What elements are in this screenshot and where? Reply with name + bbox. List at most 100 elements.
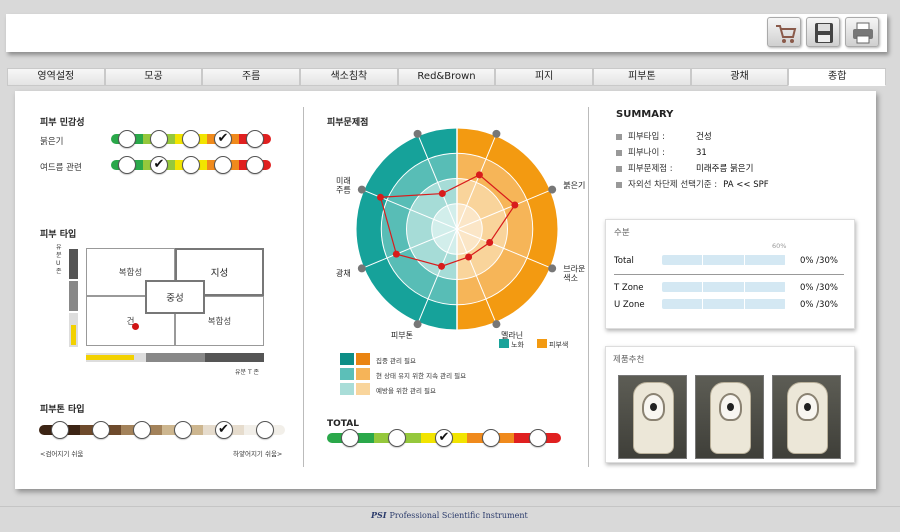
print-button[interactable]	[845, 17, 879, 47]
footer-logo: PSI	[371, 510, 387, 520]
product-image[interactable]	[618, 375, 687, 459]
tone-right-label: 하얗어지기 쉬움>	[233, 450, 283, 458]
tab-pores[interactable]: 모공	[104, 68, 203, 86]
scale-dot[interactable]	[132, 421, 151, 439]
scale-dot[interactable]	[118, 130, 136, 148]
radar-point	[392, 250, 400, 258]
moisture-total-bar	[662, 255, 786, 265]
moisture-total-label: Total	[614, 256, 634, 266]
radar-point	[511, 201, 519, 209]
summary-problems-label: 피부문제점 :	[628, 164, 673, 174]
u-scale-seg	[69, 281, 78, 311]
care-swatch-orange-3	[356, 383, 370, 395]
tab-bar: 영역설정 모공 주름 색소침착 Red&Brown 피지 피부톤 광채 종합	[7, 68, 887, 86]
scale-dot[interactable]	[118, 156, 136, 174]
scale-dot[interactable]	[173, 421, 192, 439]
radar-axis-label: 붉은기	[563, 180, 585, 190]
summary-problems: 피부문제점 : 미래주름 붉은기	[616, 162, 753, 174]
product-image[interactable]	[695, 375, 764, 459]
tab-summary[interactable]: 종합	[788, 68, 887, 86]
scale-dot[interactable]	[255, 421, 274, 439]
scale-dot[interactable]: ✔	[214, 421, 233, 439]
scale-dot[interactable]	[91, 421, 110, 439]
scale-dot[interactable]	[50, 421, 69, 439]
tab-skin-tone[interactable]: 피부톤	[593, 68, 691, 86]
tab-radiance[interactable]: 광채	[690, 68, 789, 86]
radar-axis-label: 브라운 색소	[563, 265, 585, 283]
moisture-uzone-bar	[662, 299, 786, 309]
moisture-title: 수분	[614, 228, 630, 238]
scale-dot[interactable]	[214, 156, 232, 174]
tab-sebum[interactable]: 피지	[495, 68, 594, 86]
moisture-tzone-label: T Zone	[614, 283, 644, 293]
skin-tone-title: 피부톤 타입	[40, 405, 85, 415]
radar-axis-label: 광채	[336, 268, 351, 278]
care-swatch-orange-2	[356, 368, 370, 380]
footer-brand: PSI Professional Scientific Instrument	[371, 510, 528, 520]
legend-color-label: 피부색	[549, 341, 569, 349]
save-button[interactable]	[806, 17, 840, 47]
u-zone-label: 유 분 U 존	[56, 244, 62, 275]
print-icon	[853, 22, 873, 44]
cell-normal: 중성	[145, 280, 205, 314]
radar-point	[475, 171, 483, 179]
legend-color-swatch	[537, 339, 547, 348]
summary-skin-age-value: 31	[696, 148, 707, 158]
scale-dot[interactable]	[246, 130, 264, 148]
products-title: 제품추천	[613, 355, 645, 365]
u-scale-seg	[69, 249, 78, 279]
scale-dot[interactable]: ✔	[435, 429, 453, 447]
moisture-card: 수분 60% Total 0% /30% T Zone 0% /30% U Zo…	[605, 219, 855, 329]
radar-point	[486, 239, 494, 247]
cart-button[interactable]	[767, 17, 801, 47]
radar-axis-marker	[357, 185, 366, 194]
radar-axis-label: 피부톤	[391, 331, 413, 339]
moisture-total-value: 0% /30%	[800, 256, 838, 266]
moisture-divider	[614, 274, 844, 275]
redness-scale: ✔	[111, 129, 271, 149]
tab-pigmentation[interactable]: 색소침착	[300, 68, 398, 86]
t-scale-seg	[205, 353, 264, 362]
summary-skin-type-value: 건성	[696, 132, 712, 142]
scale-dot[interactable]	[246, 156, 264, 174]
summary-sunscreen-label: 자외선 차단제 선택기준 :	[628, 180, 718, 190]
scale-dot[interactable]	[528, 429, 547, 447]
radar-point	[376, 193, 384, 201]
tab-area-setting[interactable]: 영역설정	[7, 68, 105, 86]
care-label-prevent: 예방을 위한 관리 필요	[376, 387, 437, 395]
acne-scale: ✔	[111, 155, 271, 175]
product-recommend-card: 제품추천	[605, 346, 855, 463]
footer-line	[0, 506, 900, 507]
moisture-marker: 60%	[772, 242, 787, 250]
summary-title: SUMMARY	[616, 109, 674, 120]
legend-aging-label: 노화	[511, 341, 524, 349]
moisture-tzone-bar	[662, 282, 786, 292]
skin-tone-scale: ✔	[39, 420, 285, 440]
radar-axis-marker	[548, 264, 557, 273]
t-scale-seg	[146, 353, 205, 362]
divider	[303, 107, 304, 467]
scale-dot[interactable]	[182, 130, 200, 148]
tab-red-brown[interactable]: Red&Brown	[397, 68, 496, 86]
radar-axis-marker	[413, 320, 422, 329]
scale-dot[interactable]	[341, 429, 360, 447]
footer-text: Professional Scientific Instrument	[389, 511, 528, 520]
t-scale-fill	[86, 355, 134, 360]
scale-dot[interactable]	[150, 130, 168, 148]
care-swatch-orange-1	[356, 353, 370, 365]
tab-wrinkles[interactable]: 주름	[202, 68, 301, 86]
scale-dot[interactable]	[388, 429, 407, 447]
scale-dot[interactable]	[481, 429, 500, 447]
summary-skin-type: 피부타입 : 건성	[616, 130, 712, 142]
tone-left-label: <검어지기 쉬움	[40, 450, 84, 458]
scale-dot[interactable]	[182, 156, 200, 174]
skin-type-title: 피부 타입	[40, 230, 77, 240]
radar-point	[438, 190, 446, 198]
product-image[interactable]	[772, 375, 841, 459]
total-scale: ✔	[327, 428, 561, 448]
scale-dot[interactable]: ✔	[150, 156, 168, 174]
u-scale-fill	[71, 325, 76, 345]
t-zone-label: 유분 T 존	[235, 369, 260, 376]
care-label-intensive: 집중 관리 필요	[376, 357, 417, 365]
scale-dot[interactable]: ✔	[214, 130, 232, 148]
